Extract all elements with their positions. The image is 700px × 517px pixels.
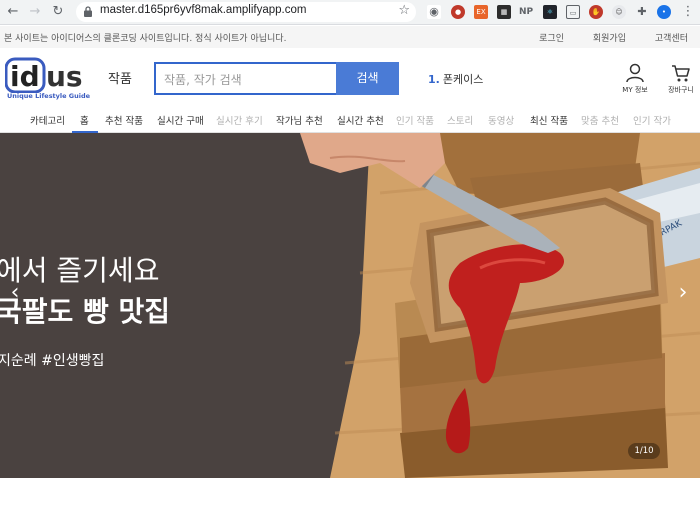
- hero-banner[interactable]: LURPAK 에서 즐기세요 국팔도 빵 맛집 지순례 #인생빵집 ‹ › 1/…: [0, 133, 700, 478]
- forward-arrow-icon[interactable]: →: [26, 3, 44, 21]
- menu-kebab-icon[interactable]: ⋮: [679, 3, 697, 21]
- hero-hashtags: 지순례 #인생빵집: [0, 353, 105, 369]
- trending-text: 폰케이스: [442, 73, 484, 86]
- react-devtools-icon[interactable]: ⚛: [543, 5, 557, 19]
- my-info-label: MY 정보: [622, 86, 648, 94]
- ex-extension-icon[interactable]: EX: [474, 5, 488, 19]
- category-nav: 카테고리 홈 추천 작품 실시간 구매 실시간 후기 작가님 추천 실시간 추천…: [0, 108, 700, 133]
- nav-custom[interactable]: 맞춤 추천: [581, 113, 619, 127]
- adblock-icon[interactable]: ✋: [589, 5, 603, 19]
- nav-video[interactable]: 동영상: [488, 113, 514, 127]
- nav-realtime-review[interactable]: 실시간 후기: [216, 113, 263, 127]
- reload-icon[interactable]: ↻: [49, 3, 67, 21]
- customer-center-link[interactable]: 고객센터: [655, 34, 688, 44]
- ublock-icon[interactable]: ●: [451, 5, 465, 19]
- url-text: master.d165pr6yvf8mak.amplifyapp.com: [100, 4, 307, 16]
- clone-notice-text: 본 사이트는 아이디어스의 클론코딩 사이트입니다. 정식 사이트가 아닙니다.: [4, 34, 287, 44]
- browser-toolbar: ← → ↻ master.d165pr6yvf8mak.amplifyapp.c…: [0, 0, 700, 25]
- nav-artist-pick[interactable]: 작가님 추천: [276, 113, 323, 127]
- user-icon: [626, 63, 644, 83]
- notice-bar: 본 사이트는 아이디어스의 클론코딩 사이트입니다. 정식 사이트가 아닙니다.…: [0, 26, 700, 48]
- nav-category[interactable]: 카테고리: [30, 113, 65, 127]
- logo-mark: id us: [4, 57, 83, 94]
- svg-text:us: us: [46, 60, 83, 93]
- logo-tagline: Unique Lifestyle Guide: [7, 92, 91, 100]
- nav-newest[interactable]: 최신 작품: [530, 113, 568, 127]
- my-info-button[interactable]: MY 정보: [622, 63, 648, 94]
- cart-icon: [672, 65, 690, 82]
- cart-button[interactable]: 장바구니: [668, 63, 694, 94]
- grid-extension-icon[interactable]: ▦: [497, 5, 511, 19]
- ghost-icon[interactable]: ☺: [612, 5, 626, 19]
- top-links: 로그인 회원가입 고객센터: [513, 31, 688, 44]
- profile-icon[interactable]: •: [657, 5, 671, 19]
- search-input[interactable]: 작품, 작가 검색: [154, 62, 336, 95]
- carousel-prev-icon[interactable]: ‹: [6, 278, 24, 308]
- cart-label: 장바구니: [668, 86, 694, 94]
- hero-headline-2: 국팔도 빵 맛집: [0, 295, 171, 328]
- address-bar[interactable]: master.d165pr6yvf8mak.amplifyapp.com ☆: [76, 2, 416, 22]
- camera-icon[interactable]: ◉: [427, 5, 441, 19]
- lock-icon: [84, 6, 92, 17]
- back-arrow-icon[interactable]: ←: [4, 3, 22, 21]
- cast-icon[interactable]: ▭: [566, 5, 580, 19]
- nav-popular-artist[interactable]: 인기 작가: [633, 113, 671, 127]
- trending-rank: 1.: [428, 73, 440, 86]
- login-link[interactable]: 로그인: [539, 34, 564, 44]
- puzzle-extensions-icon[interactable]: ✚: [635, 5, 649, 19]
- idus-logo[interactable]: id us Unique Lifestyle Guide: [4, 57, 95, 100]
- nav-realtime-purchase[interactable]: 실시간 구매: [157, 113, 204, 127]
- carousel-next-icon[interactable]: ›: [674, 278, 692, 308]
- svg-text:id: id: [10, 60, 40, 93]
- search-button[interactable]: 검색: [336, 62, 399, 95]
- nav-story[interactable]: 스토리: [447, 113, 473, 127]
- trending-keyword[interactable]: 1. 폰케이스: [428, 71, 483, 87]
- category-dropdown[interactable]: 작품: [108, 68, 132, 87]
- nav-realtime-recommend[interactable]: 실시간 추천: [337, 113, 384, 127]
- bookmark-star-icon[interactable]: ☆: [398, 3, 410, 18]
- nav-popular[interactable]: 인기 작품: [396, 113, 434, 127]
- signup-link[interactable]: 회원가입: [593, 34, 626, 44]
- nav-home[interactable]: 홈: [80, 113, 89, 127]
- nav-recommended[interactable]: 추천 작품: [105, 113, 143, 127]
- carousel-pager: 1/10: [628, 443, 660, 459]
- site-header: id us Unique Lifestyle Guide 작품 작품, 작가 검…: [0, 48, 700, 108]
- search-placeholder: 작품, 작가 검색: [164, 73, 242, 87]
- np-extension-icon[interactable]: NP: [519, 5, 533, 19]
